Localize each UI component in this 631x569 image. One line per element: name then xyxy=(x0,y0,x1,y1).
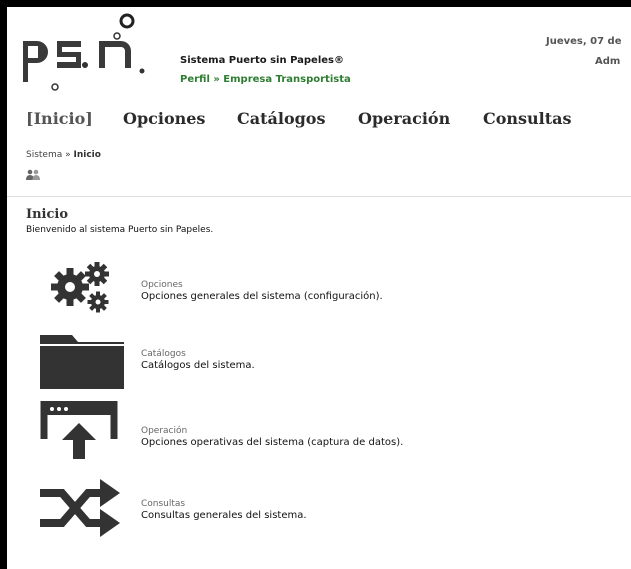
section-name[interactable]: Catálogos xyxy=(141,349,186,359)
divider xyxy=(7,196,631,197)
profile-breadcrumb: Perfil » Empresa Transportista xyxy=(180,74,351,85)
nav-operacion[interactable]: Operación xyxy=(358,109,450,128)
section-catalogos[interactable]: Catálogos Catálogos del sistema. xyxy=(40,331,600,389)
user-name[interactable]: Adm xyxy=(595,56,620,67)
nav-inicio[interactable]: [Inicio] xyxy=(26,109,93,128)
nav-opciones[interactable]: Opciones xyxy=(123,109,205,128)
breadcrumb-current: Inicio xyxy=(73,150,101,160)
gears-icon xyxy=(51,262,109,313)
current-date: Jueves, 07 de xyxy=(546,36,622,47)
section-description: Opciones generales del sistema (configur… xyxy=(141,291,383,302)
psp-logo xyxy=(23,13,145,91)
breadcrumb-root[interactable]: Sistema xyxy=(26,150,62,160)
breadcrumb-separator: » xyxy=(62,150,74,160)
app-frame: Sistema Puerto sin Papeles® Perfil » Emp… xyxy=(7,7,631,569)
system-title: Sistema Puerto sin Papeles® xyxy=(180,55,344,66)
welcome-text: Bienvenido al sistema Puerto sin Papeles… xyxy=(26,225,214,235)
section-opciones[interactable]: Opciones Opciones generales del sistema … xyxy=(40,260,600,318)
section-operacion[interactable]: Operación Opciones operativas del sistem… xyxy=(40,401,600,459)
section-consultas[interactable]: Consultas Consultas generales del sistem… xyxy=(40,479,600,537)
window-upload-icon xyxy=(40,401,118,459)
nav-consultas[interactable]: Consultas xyxy=(483,109,572,128)
section-name[interactable]: Operación xyxy=(141,426,187,436)
section-description: Catálogos del sistema. xyxy=(141,360,255,371)
breadcrumb: Sistema » Inicio xyxy=(26,150,101,160)
section-description: Consultas generales del sistema. xyxy=(141,510,307,521)
section-name[interactable]: Opciones xyxy=(141,280,183,290)
shuffle-icon xyxy=(40,479,120,537)
folder-icon xyxy=(40,335,124,389)
page-title: Inicio xyxy=(26,207,68,222)
users-icon[interactable] xyxy=(26,169,40,181)
section-name[interactable]: Consultas xyxy=(141,499,185,509)
nav-catalogos[interactable]: Catálogos xyxy=(237,109,325,128)
section-description: Opciones operativas del sistema (captura… xyxy=(141,437,404,448)
